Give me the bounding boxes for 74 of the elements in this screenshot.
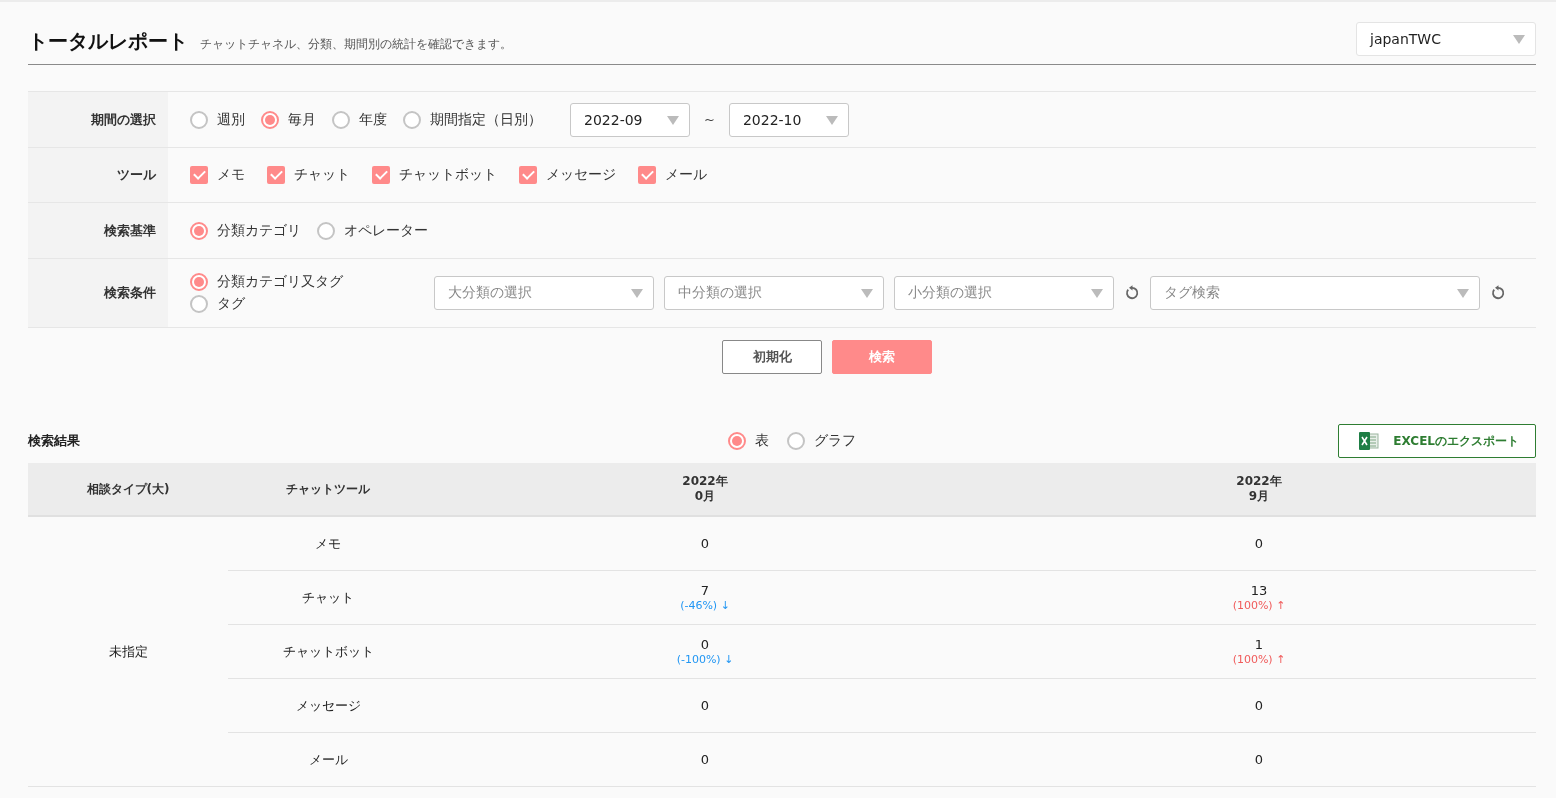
count-value: 1 bbox=[1253, 636, 1265, 653]
reset-icon[interactable] bbox=[1490, 285, 1506, 301]
radio-label: 分類カテゴリ bbox=[217, 221, 301, 240]
checkbox[interactable] bbox=[519, 166, 537, 184]
radio-label: タグ bbox=[217, 295, 245, 313]
count-value: 0 bbox=[1253, 535, 1265, 552]
count-value: 13 bbox=[1249, 582, 1269, 599]
tool-cell: メモ bbox=[315, 535, 341, 551]
radio-button[interactable] bbox=[190, 110, 208, 129]
group-cell: 未指定 bbox=[108, 643, 148, 659]
checkbox-label: メモ bbox=[217, 166, 245, 184]
radio-label: グラフ bbox=[814, 432, 856, 450]
tool-cell: チャット bbox=[302, 589, 354, 605]
category-dropdown[interactable]: 大分類の選択 bbox=[434, 276, 654, 310]
section-title: 検索結果 bbox=[28, 432, 81, 450]
export-button[interactable]: EXCELのエクスポート bbox=[1338, 424, 1536, 458]
count-value: 7 bbox=[699, 582, 711, 599]
radio-button[interactable] bbox=[728, 432, 746, 450]
radio-button[interactable] bbox=[317, 221, 335, 240]
radio-button[interactable] bbox=[190, 295, 208, 313]
radio-button[interactable] bbox=[190, 273, 208, 291]
change-rate: (-46%) ↓ bbox=[680, 598, 730, 613]
column-header: 相談タイプ(大) bbox=[86, 481, 170, 496]
reset-icon[interactable] bbox=[1124, 285, 1140, 301]
radio-button[interactable] bbox=[190, 221, 208, 240]
tool-cell: メール bbox=[308, 751, 348, 767]
radio-label: 年度 bbox=[359, 110, 387, 129]
radio-label: 表 bbox=[755, 432, 769, 450]
radio-label: 週別 bbox=[217, 110, 245, 129]
checkbox[interactable] bbox=[190, 166, 208, 184]
page-subtitle: チャットチャネル、分類、期間別の統計を確認できます。 bbox=[200, 36, 512, 53]
category-dropdown[interactable]: 小分類の選択 bbox=[894, 276, 1114, 310]
filter-label: ツール bbox=[117, 166, 156, 184]
tool-cell: チャットボット bbox=[282, 643, 374, 659]
radio-button[interactable] bbox=[332, 110, 350, 129]
checkbox[interactable] bbox=[372, 166, 390, 184]
change-rate: (100%) ↑ bbox=[1232, 598, 1286, 613]
radio-label: オペレーター bbox=[344, 221, 428, 240]
radio-button[interactable] bbox=[787, 432, 805, 450]
count-value: 0 bbox=[1253, 697, 1265, 714]
checkbox-label: チャット bbox=[294, 166, 350, 184]
column-header: 2022年 9月 bbox=[1236, 474, 1282, 503]
count-value: 0 bbox=[699, 697, 711, 714]
checkbox-label: メール bbox=[665, 166, 707, 184]
filter-label: 期間の選択 bbox=[91, 110, 156, 129]
radio-button[interactable] bbox=[403, 110, 421, 129]
column-header: チャットツール bbox=[286, 481, 370, 496]
filter-label: 検索条件 bbox=[104, 284, 156, 302]
tag-search-dropdown[interactable]: タグ検索 bbox=[1150, 276, 1480, 310]
checkbox[interactable] bbox=[638, 166, 656, 184]
change-rate: (100%) ↑ bbox=[1232, 652, 1286, 667]
category-dropdown[interactable]: 中分類の選択 bbox=[664, 276, 884, 310]
count-value: 0 bbox=[699, 751, 711, 768]
date-dropdown[interactable]: 2022-10 bbox=[728, 102, 849, 137]
checkbox-label: メッセージ bbox=[546, 166, 616, 184]
spreadsheet-icon bbox=[1359, 432, 1380, 450]
radio-label: 分類カテゴリ又タグ bbox=[217, 273, 343, 291]
checkbox-label: チャットボット bbox=[399, 166, 497, 184]
change-rate: (-100%) ↓ bbox=[676, 652, 734, 667]
radio-button[interactable] bbox=[261, 110, 279, 129]
page-title: トータルレポート bbox=[28, 28, 188, 55]
column-header: 2022年 0月 bbox=[682, 474, 728, 503]
count-value: 0 bbox=[1253, 751, 1265, 768]
radio-label: 期間指定（日別） bbox=[430, 110, 542, 129]
count-value: 0 bbox=[699, 636, 711, 653]
date-dropdown[interactable]: 2022-09 bbox=[570, 102, 690, 137]
reset-button[interactable]: 初期化 bbox=[722, 340, 822, 374]
radio-label: 毎月 bbox=[288, 110, 316, 129]
checkbox[interactable] bbox=[267, 166, 285, 184]
account-dropdown[interactable]: japanTWC bbox=[1356, 22, 1536, 56]
count-value: 0 bbox=[699, 535, 711, 552]
range-separator: ~ bbox=[704, 112, 715, 127]
filter-label: 検索基準 bbox=[104, 221, 156, 240]
tool-cell: メッセージ bbox=[295, 697, 361, 713]
